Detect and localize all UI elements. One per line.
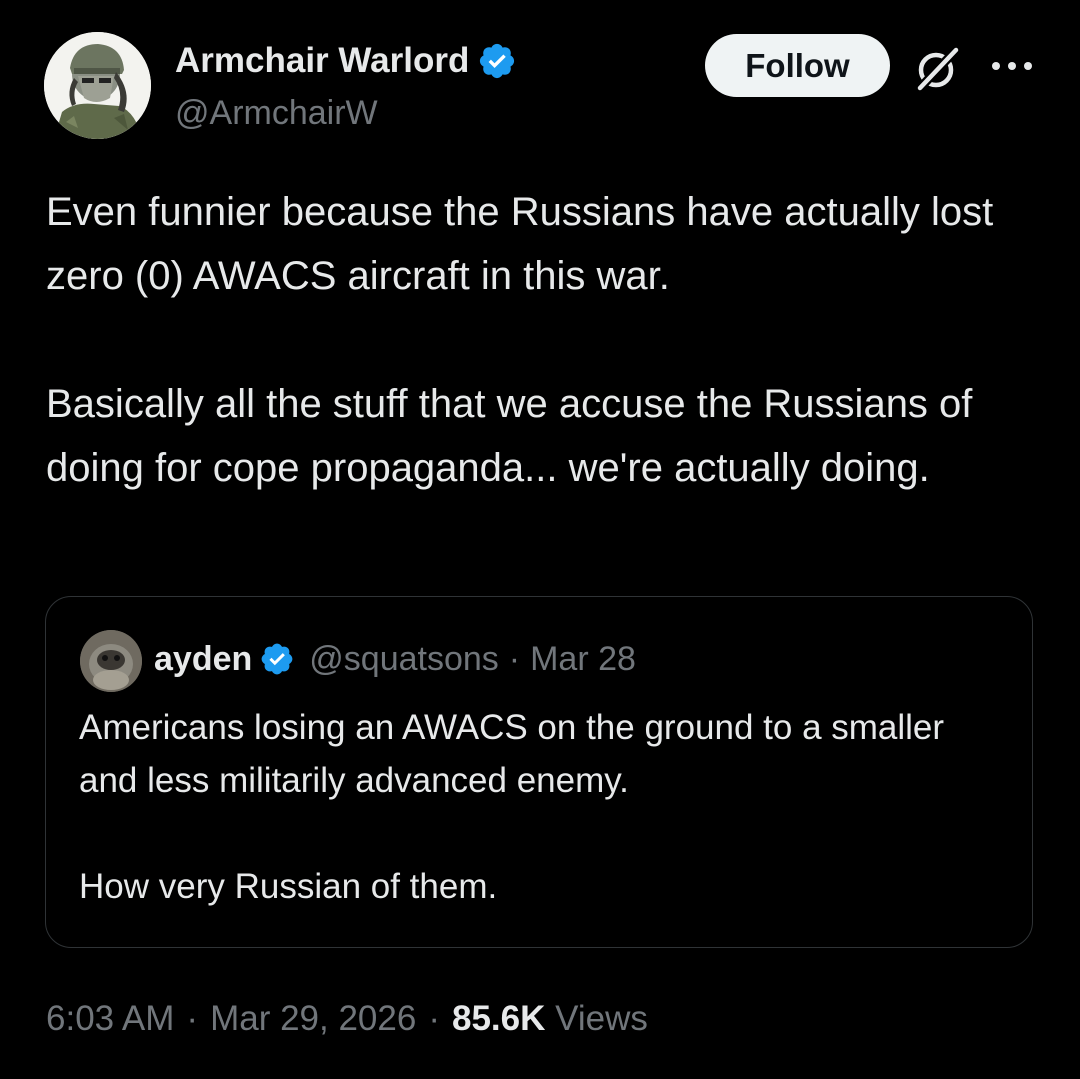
author-display-name-row[interactable]: Armchair Warlord [175, 40, 517, 82]
quote-header: ayden @squatsons · Mar 28 [154, 637, 636, 681]
grok-slash-icon[interactable] [912, 44, 962, 94]
quote-author-name[interactable]: ayden [154, 637, 252, 681]
tweet-paragraph: Even funnier because the Russians have a… [46, 190, 994, 298]
meta-separator: · [186, 999, 199, 1038]
quote-separator: · [508, 640, 521, 678]
quote-date[interactable]: Mar 28 [530, 637, 636, 681]
author-avatar[interactable] [44, 32, 151, 139]
tweet-paragraph: Basically all the stuff that we accuse t… [46, 382, 973, 490]
views-label: Views [555, 999, 648, 1038]
quote-author-avatar[interactable] [80, 630, 142, 692]
views-count: 85.6K [451, 999, 546, 1038]
more-dots-icon[interactable] [990, 56, 1034, 76]
quote-author-handle[interactable]: @squatsons [309, 637, 499, 681]
author-name[interactable]: Armchair Warlord [175, 40, 469, 82]
verified-badge-icon [261, 643, 293, 675]
meta-separator: · [428, 999, 440, 1038]
tweet-meta: 6:03 AM · Mar 29, 2026 · 85.6K Views [46, 996, 648, 1042]
quoted-tweet-card[interactable]: ayden @squatsons · Mar 28 Americans losi… [45, 596, 1033, 948]
author-handle[interactable]: @ArmchairW [175, 92, 378, 134]
quote-text: Americans losing an AWACS on the ground … [79, 701, 1009, 913]
quote-paragraph: How very Russian of them. [79, 867, 498, 906]
follow-button[interactable]: Follow [705, 34, 890, 97]
tweet-date[interactable]: Mar 29, 2026 [210, 999, 416, 1038]
quote-paragraph: Americans losing an AWACS on the ground … [79, 708, 945, 800]
tweet-time[interactable]: 6:03 AM [46, 999, 174, 1038]
verified-badge-icon [480, 43, 515, 79]
tweet-text: Even funnier because the Russians have a… [46, 180, 1046, 500]
